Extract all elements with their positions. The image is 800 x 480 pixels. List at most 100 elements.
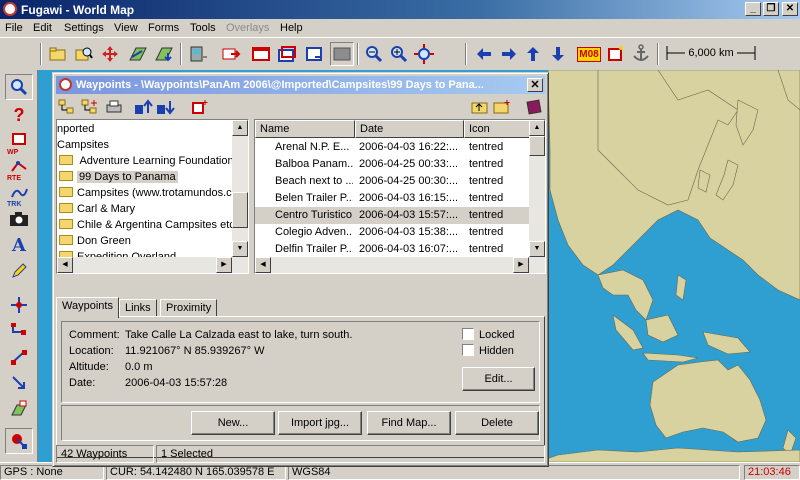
- info-icon[interactable]: ?: [5, 102, 33, 128]
- waypoint-icon[interactable]: WP: [5, 128, 33, 156]
- arrow-up-icon[interactable]: [521, 42, 545, 66]
- track-tool-icon[interactable]: TRK: [5, 180, 33, 208]
- move-icon[interactable]: [98, 42, 122, 66]
- table-row[interactable]: Centro Turistico 2006-04-03 15:57:... tent…: [255, 207, 530, 224]
- tree-horizontal-scrollbar[interactable]: ◀ ▶: [57, 257, 248, 273]
- new-folder-icon[interactable]: [491, 97, 513, 117]
- camera-icon[interactable]: [5, 206, 33, 232]
- tree-item[interactable]: Carl & Mary: [59, 201, 135, 217]
- route-edit-icon[interactable]: [152, 42, 176, 66]
- folder-up-icon[interactable]: [469, 97, 491, 117]
- link-add-icon[interactable]: [5, 344, 33, 370]
- list-scroll-thumb[interactable]: [529, 136, 545, 156]
- tree-add-icon[interactable]: [79, 97, 101, 117]
- dialog-close-button[interactable]: ✕: [527, 78, 543, 92]
- close-button[interactable]: ✕: [782, 2, 798, 16]
- new-waypoint-button[interactable]: New...: [191, 411, 275, 435]
- tree-scroll-up[interactable]: ▲: [232, 120, 248, 136]
- menu-edit[interactable]: Edit: [33, 22, 52, 34]
- window-next-icon[interactable]: [303, 42, 327, 66]
- tree-scroll-left[interactable]: ◀: [57, 257, 73, 273]
- hidden-checkbox-box[interactable]: [462, 344, 474, 356]
- tree-item[interactable]: Chile & Argentina Campsites etc.: [59, 217, 238, 233]
- arrow-down-right-icon[interactable]: [5, 370, 33, 396]
- book-icon[interactable]: [523, 97, 545, 117]
- m08-icon[interactable]: M08: [576, 42, 602, 66]
- route-icon[interactable]: [126, 42, 150, 66]
- open-folder-icon[interactable]: [46, 42, 70, 66]
- gps-position-icon[interactable]: [5, 428, 33, 454]
- arrow-right-icon[interactable]: [497, 42, 521, 66]
- waypoint-list-icon[interactable]: [5, 396, 33, 422]
- list-scroll-up[interactable]: ▲: [529, 120, 545, 136]
- table-row[interactable]: Arenal N.P. E... 2006-04-03 16:22:... tent…: [255, 139, 530, 156]
- list-scroll-left[interactable]: ◀: [255, 257, 271, 273]
- arrow-down-icon[interactable]: [546, 42, 570, 66]
- tree-item[interactable]: Don Green: [59, 233, 131, 249]
- table-row[interactable]: Belen Trailer P... 2006-04-03 16:15:... te…: [255, 190, 530, 207]
- text-tool-icon[interactable]: A: [5, 232, 33, 258]
- fugawi-app-icon[interactable]: [3, 2, 17, 16]
- tab-waypoints[interactable]: Waypoints: [56, 297, 119, 318]
- find-map-button[interactable]: Find Map...: [367, 411, 451, 435]
- tab-proximity[interactable]: Proximity: [160, 299, 218, 317]
- find-icon[interactable]: [72, 42, 96, 66]
- magnifier-icon[interactable]: [5, 74, 33, 100]
- zoom-out-icon[interactable]: [362, 42, 386, 66]
- waypoint-list[interactable]: Name Date Icon Arenal N.P. E... 2006-04-0…: [254, 119, 546, 274]
- menu-settings[interactable]: Settings: [64, 22, 104, 34]
- column-header-icon[interactable]: Icon: [464, 120, 530, 138]
- import-jpg-button[interactable]: Import jpg...: [278, 411, 362, 435]
- window-sync-icon[interactable]: [275, 42, 299, 66]
- waypoints-dialog-title-bar[interactable]: Waypoints - \Waypoints\PanAm 2006\@Impor…: [56, 76, 545, 94]
- tree-item[interactable]: Campsites (www.trotamundos.ch): [59, 185, 241, 201]
- target-move-icon[interactable]: [5, 292, 33, 318]
- gps-device-icon[interactable]: [186, 42, 210, 66]
- tree-scroll-right[interactable]: ▶: [216, 257, 232, 273]
- window-icon[interactable]: [249, 42, 273, 66]
- printer-icon[interactable]: [103, 97, 125, 117]
- send-icon[interactable]: [220, 42, 244, 66]
- menu-file[interactable]: File: [5, 22, 23, 34]
- frame-icon[interactable]: [603, 42, 627, 66]
- table-row[interactable]: Delfin Trailer P... 2006-04-03 16:07:... t…: [255, 241, 530, 258]
- tree-item[interactable]: nported: [57, 121, 94, 137]
- list-scroll-right[interactable]: ▶: [513, 257, 529, 273]
- hidden-checkbox[interactable]: Hidden: [462, 344, 514, 358]
- window-gray-icon[interactable]: [330, 42, 354, 66]
- menu-help[interactable]: Help: [280, 22, 303, 34]
- zoom-in-icon[interactable]: [387, 42, 411, 66]
- table-row[interactable]: Beach next to ... 2006-04-25 00:30:... ten…: [255, 173, 530, 190]
- tree-vertical-scrollbar[interactable]: ▲ ▼: [232, 120, 248, 257]
- locked-checkbox[interactable]: Locked: [462, 328, 514, 342]
- anchor-icon[interactable]: [629, 42, 653, 66]
- arrow-left-icon[interactable]: [472, 42, 496, 66]
- link-icon[interactable]: [5, 318, 33, 344]
- export-icon[interactable]: [155, 97, 177, 117]
- folder-tree[interactable]: nported Campsites Adventure Learning Foun…: [56, 119, 249, 274]
- list-horizontal-scrollbar[interactable]: ◀ ▶: [255, 257, 545, 273]
- tree-item[interactable]: 99 Days to Panama: [59, 169, 178, 185]
- list-scroll-down[interactable]: ▼: [529, 241, 545, 257]
- tree-view-icon[interactable]: [56, 97, 78, 117]
- delete-button[interactable]: Delete: [455, 411, 539, 435]
- tree-item[interactable]: Adventure Learning Foundation: [59, 153, 234, 169]
- maximize-button[interactable]: ❐: [763, 2, 779, 16]
- minimize-button[interactable]: _: [745, 2, 761, 16]
- app-title-bar[interactable]: Fugawi - World Map _ ❐ ✕: [0, 0, 800, 19]
- menu-overlays[interactable]: Overlays: [226, 22, 269, 34]
- pen-icon[interactable]: [5, 258, 33, 284]
- tree-item[interactable]: Campsites: [57, 137, 109, 153]
- tree-scroll-down[interactable]: ▼: [232, 241, 248, 257]
- tree-scroll-thumb[interactable]: [232, 192, 248, 228]
- menu-tools[interactable]: Tools: [190, 22, 216, 34]
- menu-forms[interactable]: Forms: [148, 22, 179, 34]
- menu-view[interactable]: View: [114, 22, 138, 34]
- route-tool-icon[interactable]: RTE: [5, 154, 33, 182]
- table-row[interactable]: Balboa Panam... 2006-04-25 00:33:... tentr…: [255, 156, 530, 173]
- import-icon[interactable]: [133, 97, 155, 117]
- list-vertical-scrollbar[interactable]: ▲ ▼: [529, 120, 545, 257]
- table-row[interactable]: Colegio Adven... 2006-04-03 15:38:... tent…: [255, 224, 530, 241]
- locked-checkbox-box[interactable]: [462, 328, 474, 340]
- tab-links[interactable]: Links: [119, 299, 157, 317]
